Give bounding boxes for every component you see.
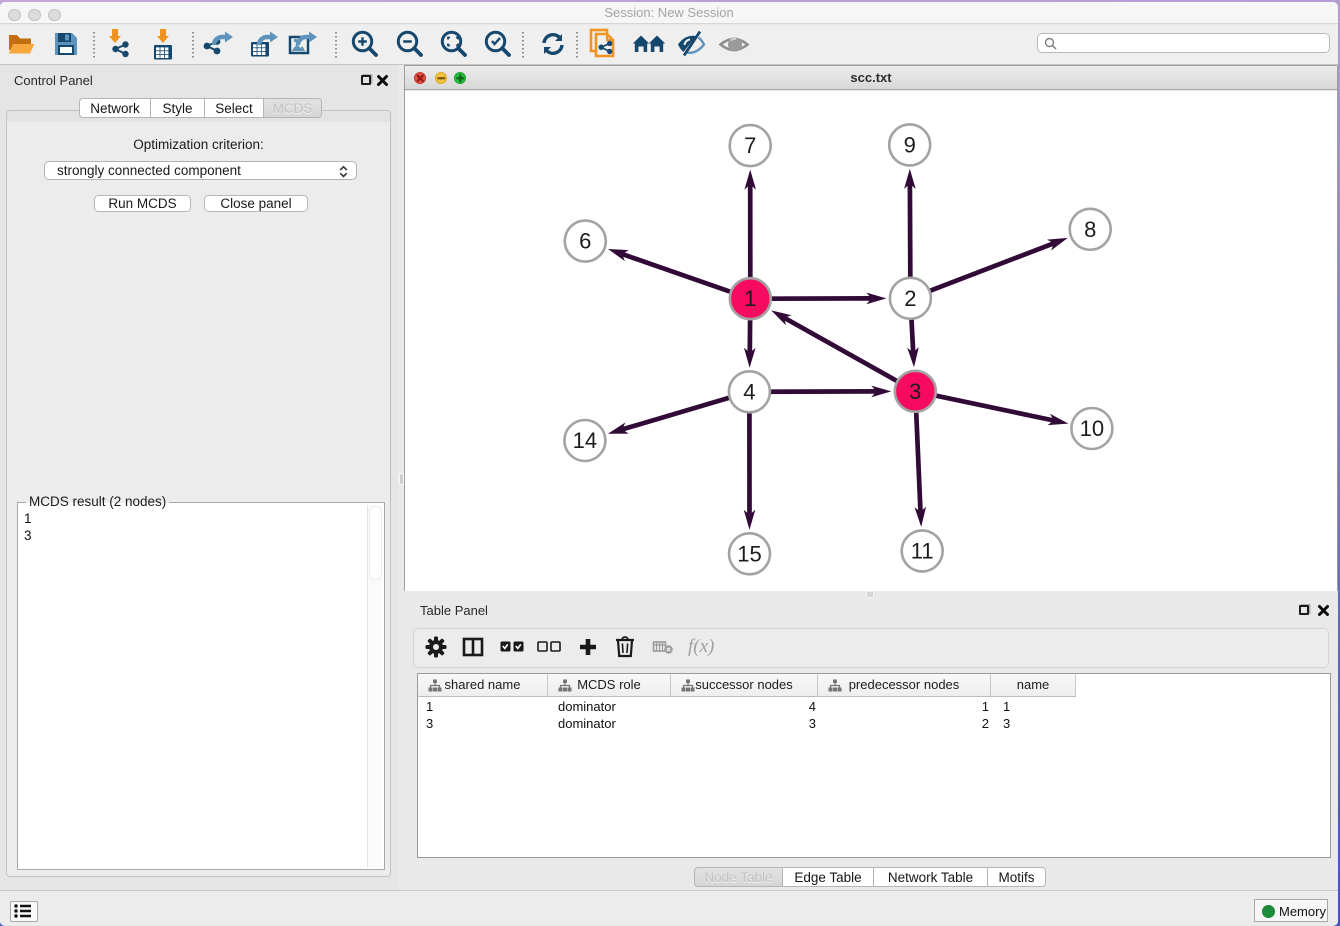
svg-text:2: 2: [904, 286, 916, 311]
svg-text:15: 15: [737, 541, 761, 566]
svg-text:1: 1: [744, 286, 756, 311]
svg-text:3: 3: [909, 379, 921, 404]
svg-text:4: 4: [743, 379, 755, 404]
svg-text:7: 7: [744, 133, 756, 158]
svg-text:14: 14: [573, 428, 597, 453]
svg-text:9: 9: [904, 132, 916, 157]
svg-text:10: 10: [1080, 416, 1104, 441]
svg-text:8: 8: [1084, 217, 1096, 242]
svg-text:11: 11: [911, 538, 934, 563]
svg-text:6: 6: [579, 229, 591, 254]
